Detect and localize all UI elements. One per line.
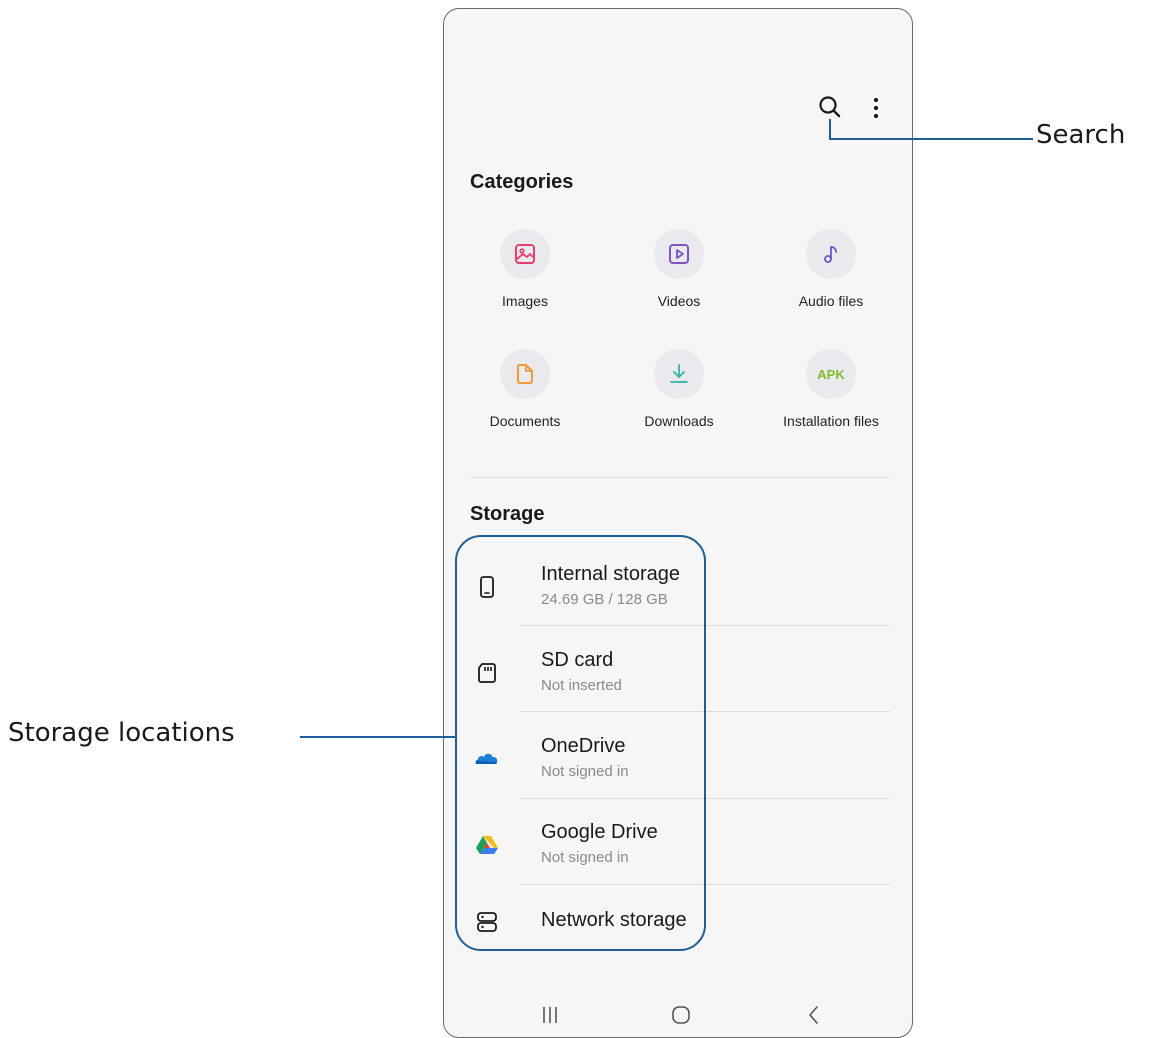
category-label: Documents (489, 413, 561, 429)
document-icon (500, 349, 550, 399)
category-downloads[interactable]: Downloads (604, 349, 754, 429)
back-icon[interactable] (804, 1004, 824, 1031)
category-label: Images (502, 293, 548, 309)
category-label: Installation files (783, 413, 879, 429)
category-installation-files[interactable]: APK Installation files (756, 349, 906, 429)
home-icon[interactable] (670, 1004, 692, 1031)
storage-heading: Storage (470, 503, 545, 525)
apk-icon-text: APK (817, 366, 845, 382)
search-callout-line-horizontal (829, 138, 1033, 140)
category-label: Videos (657, 293, 701, 309)
category-label: Audio files (798, 293, 864, 309)
category-documents[interactable]: Documents (450, 349, 600, 429)
storage-callout-line (300, 736, 455, 738)
storage-locations-callout-label: Storage locations (8, 718, 235, 748)
image-icon (500, 229, 550, 279)
category-label: Downloads (644, 413, 714, 429)
more-options-icon[interactable] (868, 96, 884, 122)
video-icon (654, 229, 704, 279)
apk-icon: APK (806, 349, 856, 399)
category-audio[interactable]: Audio files (756, 229, 906, 309)
navigation-bar (444, 1004, 912, 1037)
storage-locations-highlight (455, 535, 706, 951)
section-divider (470, 477, 890, 478)
search-callout-label: Search (1036, 120, 1126, 150)
category-images[interactable]: Images (450, 229, 600, 309)
categories-heading: Categories (470, 171, 574, 193)
search-icon[interactable] (816, 94, 844, 122)
download-icon (654, 349, 704, 399)
category-videos[interactable]: Videos (604, 229, 754, 309)
music-note-icon (806, 229, 856, 279)
recent-apps-icon[interactable] (540, 1004, 560, 1031)
search-callout-line-vertical (829, 119, 831, 140)
